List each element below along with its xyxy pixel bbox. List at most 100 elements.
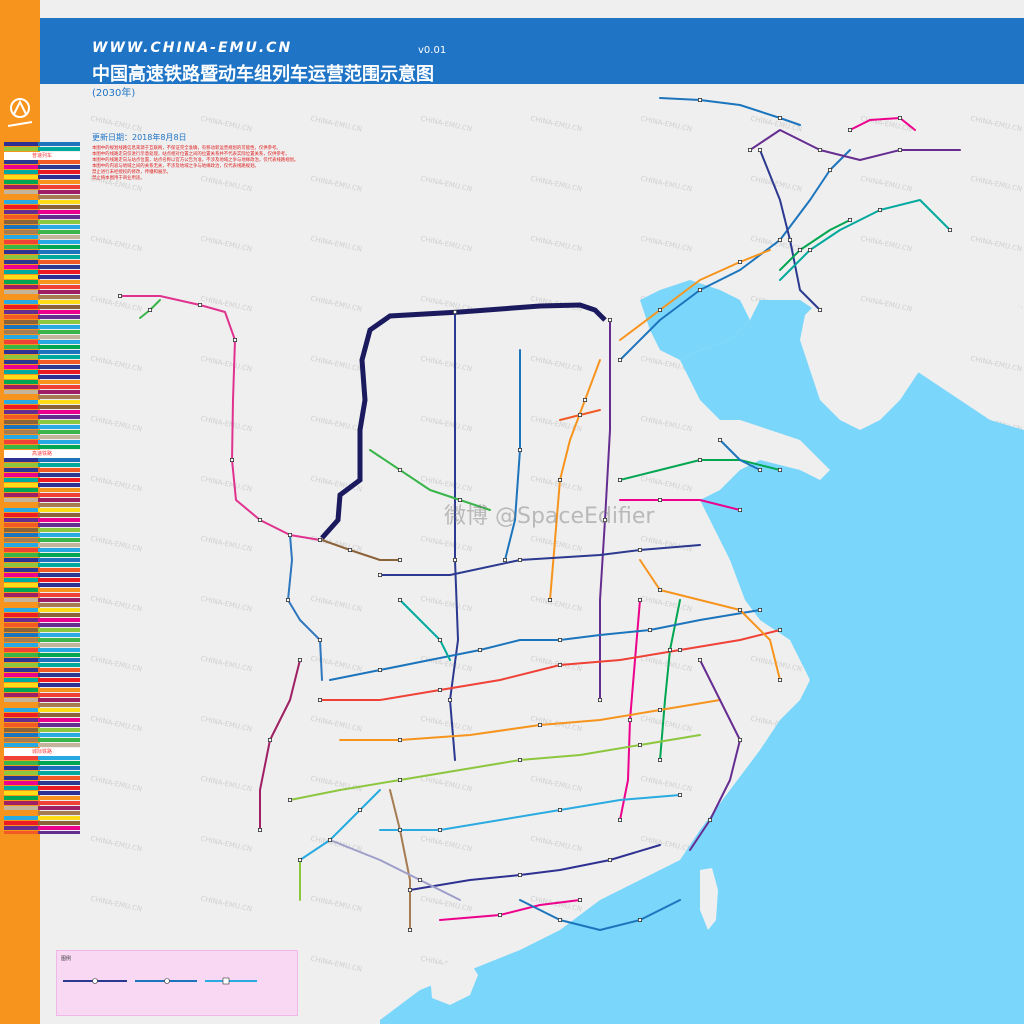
legend-row xyxy=(4,380,80,384)
legend-row xyxy=(4,538,80,542)
station-marker xyxy=(357,808,362,813)
station-marker xyxy=(648,628,653,633)
legend-row xyxy=(4,648,80,652)
legend-row xyxy=(4,608,80,612)
legend-row xyxy=(4,811,80,815)
legend-row xyxy=(4,776,80,780)
legend-row xyxy=(4,210,80,214)
station-marker xyxy=(578,898,583,903)
station-marker xyxy=(778,116,783,121)
legend-row xyxy=(4,430,80,434)
station-marker xyxy=(678,648,683,653)
legend-row xyxy=(4,493,80,497)
legend-row xyxy=(4,420,80,424)
station-marker xyxy=(287,798,292,803)
legend-row xyxy=(4,478,80,482)
legend-row xyxy=(4,405,80,409)
station-marker xyxy=(698,287,703,292)
station-marker xyxy=(638,548,643,553)
legend-row xyxy=(4,513,80,517)
legend-row xyxy=(4,673,80,677)
legend-row xyxy=(4,781,80,785)
station-marker xyxy=(678,793,683,798)
rail-line xyxy=(321,539,401,561)
legend-row xyxy=(4,255,80,259)
japan-land xyxy=(920,250,1024,360)
legend-row xyxy=(4,633,80,637)
legend-row xyxy=(4,275,80,279)
legend-row xyxy=(4,703,80,707)
legend-row xyxy=(4,180,80,184)
note-line: 禁止将本图用于商业用途。 xyxy=(92,176,145,181)
station-marker xyxy=(658,497,663,502)
legend-row xyxy=(4,683,80,687)
legend-row xyxy=(4,563,80,567)
station-marker xyxy=(538,723,543,728)
legend-row xyxy=(4,250,80,254)
station-marker xyxy=(708,818,713,823)
station-marker xyxy=(147,307,152,312)
legend-row xyxy=(4,568,80,572)
station-marker xyxy=(397,738,402,743)
legend-row xyxy=(4,728,80,732)
station-marker xyxy=(778,467,783,472)
station-marker xyxy=(618,477,623,482)
legend-row xyxy=(4,603,80,607)
legend-section-header: 城际铁路 xyxy=(4,748,80,756)
station-marker xyxy=(558,808,563,813)
legend-section-header: 普速列车 xyxy=(4,152,80,160)
legend-row xyxy=(4,733,80,737)
legend-row xyxy=(4,523,80,527)
station-marker xyxy=(397,467,402,472)
legend-row xyxy=(4,553,80,557)
station-marker xyxy=(898,147,903,152)
station-marker xyxy=(778,628,783,633)
station-marker xyxy=(297,658,302,663)
station-marker xyxy=(327,838,332,843)
version-label: v0.01 xyxy=(418,45,447,56)
station-marker xyxy=(898,116,903,121)
rail-line xyxy=(759,149,821,311)
station-marker xyxy=(948,227,953,232)
legend-row xyxy=(4,588,80,592)
legend-row xyxy=(4,270,80,274)
station-marker xyxy=(437,828,442,833)
legend-row xyxy=(4,335,80,339)
legend-row xyxy=(4,435,80,439)
legend-row xyxy=(4,593,80,597)
rail-line xyxy=(379,544,701,576)
station-marker xyxy=(658,588,663,593)
legend-row xyxy=(4,340,80,344)
station-marker xyxy=(758,608,763,613)
legend-row xyxy=(4,573,80,577)
legend-row xyxy=(4,355,80,359)
legend-row xyxy=(4,638,80,642)
legend-row xyxy=(4,235,80,239)
china-railway-logo xyxy=(7,98,33,127)
legend-row xyxy=(4,718,80,722)
year-label: (2030年) xyxy=(92,88,136,99)
legend-row xyxy=(4,220,80,224)
station-marker xyxy=(118,293,123,298)
legend-row xyxy=(4,310,80,314)
map-legend-box: 图例 xyxy=(56,950,298,1016)
notes-block: 本图中的规划线路信息来源于互联网，不保证完全准确，有移动新运营规划的可能性，仅供… xyxy=(92,146,312,182)
station-marker xyxy=(698,457,703,462)
legend-row xyxy=(4,230,80,234)
legend-row xyxy=(4,295,80,299)
legend-row xyxy=(4,618,80,622)
map-legend-title: 图例 xyxy=(61,956,72,962)
legend-row xyxy=(4,205,80,209)
station-marker xyxy=(848,127,853,132)
station-marker xyxy=(297,858,302,863)
rail-line xyxy=(329,839,461,901)
legend-row xyxy=(4,658,80,662)
legend-section-header: 高速铁路 xyxy=(4,450,80,458)
legend-row xyxy=(4,410,80,414)
station-marker xyxy=(287,533,292,538)
legend-row xyxy=(4,578,80,582)
station-marker xyxy=(608,858,613,863)
legend-row xyxy=(4,440,80,444)
station-marker xyxy=(698,658,703,663)
rail-line xyxy=(399,599,451,661)
